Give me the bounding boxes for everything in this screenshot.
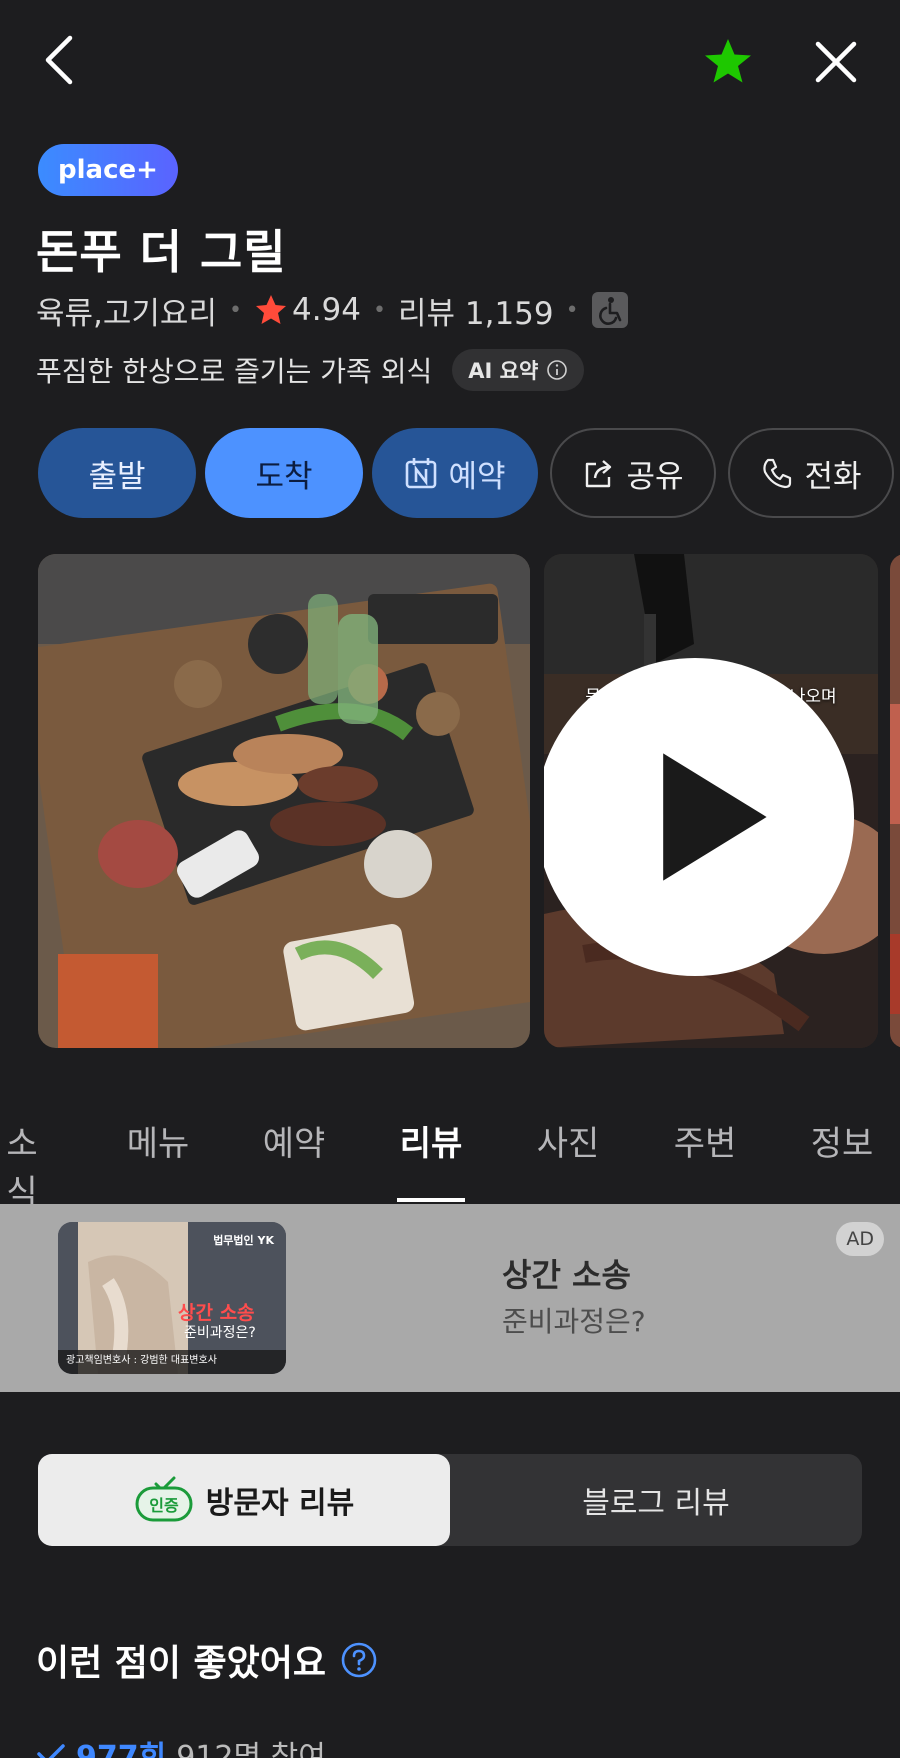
verified-badge-text: 인증 bbox=[149, 1496, 179, 1515]
close-icon bbox=[815, 41, 857, 83]
calendar-n-icon bbox=[406, 458, 437, 489]
liked-title-text: 이런 점이 좋았어요 bbox=[36, 1643, 327, 1684]
tab-photos[interactable]: 사진 bbox=[532, 1116, 604, 1165]
visitor-review-tab[interactable]: 인증 방문자 리뷰 bbox=[38, 1454, 450, 1546]
chevron-left-icon bbox=[45, 35, 73, 85]
wheelchair-icon bbox=[591, 292, 628, 328]
share-label: 공유 bbox=[626, 458, 684, 495]
photo-gallery[interactable]: 문어 반 마리까지 한 판 가득 나오며 bbox=[38, 554, 900, 1048]
arrive-label: 도착 bbox=[255, 458, 313, 495]
rating-star-icon bbox=[255, 295, 286, 324]
phone-icon bbox=[763, 458, 792, 489]
liked-participation: 977회 912명 참여 bbox=[36, 1732, 326, 1758]
check-icon bbox=[37, 1744, 65, 1758]
share-button[interactable]: 공유 bbox=[550, 428, 716, 518]
info-icon bbox=[547, 360, 568, 380]
share-icon bbox=[586, 460, 612, 488]
close-button[interactable] bbox=[810, 36, 862, 88]
tab-nearby[interactable]: 주변 bbox=[669, 1116, 741, 1165]
food-image bbox=[890, 554, 900, 1048]
category-label: 육류,고기요리 bbox=[36, 295, 217, 332]
reserve-button[interactable]: 예약 bbox=[372, 428, 538, 518]
verified-badge-icon: 인증 bbox=[135, 1476, 193, 1522]
ad-thumb-subline: 준비과정은? bbox=[184, 1325, 256, 1341]
depart-button[interactable]: 출발 bbox=[38, 428, 196, 518]
tab-news[interactable]: 소식 bbox=[0, 1116, 52, 1214]
action-buttons: 출발 도착 예약 공유 전화 bbox=[38, 428, 900, 518]
visitor-review-label: 방문자 리뷰 bbox=[205, 1486, 355, 1521]
ad-thumb-footer: 광고책임변호사 : 강범한 대표변호사 bbox=[66, 1355, 217, 1366]
detail-tabs: 소식 메뉴 예약 리뷰 사진 주변 정보 bbox=[0, 1098, 900, 1213]
participant-count: 912명 참여 bbox=[176, 1740, 326, 1758]
rating-value: 4.94 bbox=[291, 292, 361, 328]
active-tab-indicator bbox=[397, 1198, 465, 1202]
ad-thumb-headline: 상간 소송 bbox=[178, 1302, 255, 1324]
separator-dot: • bbox=[373, 297, 386, 323]
gallery-photo[interactable] bbox=[890, 554, 900, 1048]
back-button[interactable] bbox=[36, 30, 84, 90]
place-name: 돈푸 더 그릴 bbox=[36, 225, 287, 279]
reserve-label: 예약 bbox=[448, 458, 506, 495]
arrive-button[interactable]: 도착 bbox=[205, 428, 363, 518]
depart-label: 출발 bbox=[88, 458, 146, 495]
blog-review-tab[interactable]: 블로그 리뷰 bbox=[450, 1454, 862, 1546]
liked-section-title: 이런 점이 좋았어요 bbox=[36, 1634, 378, 1686]
gallery-photo[interactable] bbox=[38, 554, 530, 1048]
review-type-toggle: 인증 방문자 리뷰 블로그 리뷰 bbox=[38, 1454, 862, 1546]
review-count-link[interactable]: 리뷰 1,159 bbox=[398, 288, 554, 333]
tab-reservation[interactable]: 예약 bbox=[258, 1116, 330, 1165]
call-label: 전화 bbox=[804, 458, 862, 495]
ad-thumbnail: 법무법인 YK 상간 소송 준비과정은? 광고책임변호사 : 강범한 대표변호사 bbox=[58, 1222, 286, 1374]
play-icon[interactable] bbox=[544, 570, 862, 1048]
separator-dot: • bbox=[228, 297, 242, 323]
top-bar bbox=[0, 0, 900, 130]
help-icon[interactable] bbox=[340, 1641, 378, 1679]
ad-thumb-brand: 법무법인 YK bbox=[213, 1234, 274, 1247]
ad-subtitle: 준비과정은? bbox=[502, 1305, 646, 1338]
star-icon bbox=[705, 39, 751, 83]
tab-reviews[interactable]: 리뷰 bbox=[395, 1116, 467, 1165]
gallery-video[interactable]: 문어 반 마리까지 한 판 가득 나오며 bbox=[544, 554, 878, 1048]
place-plus-badge: place+ bbox=[38, 144, 178, 196]
call-button[interactable]: 전화 bbox=[728, 428, 894, 518]
ai-chip-label: AI 요약 bbox=[468, 359, 539, 383]
ad-title: 상간 소송 bbox=[502, 1256, 631, 1294]
ad-banner[interactable]: 법무법인 YK 상간 소송 준비과정은? 광고책임변호사 : 강범한 대표변호사… bbox=[0, 1204, 900, 1392]
favorite-button[interactable] bbox=[702, 36, 754, 88]
ad-tag: AD bbox=[836, 1222, 884, 1256]
ai-summary: 푸짐한 한상으로 즐기는 가족 외식 AI 요약 bbox=[36, 348, 585, 392]
tab-info[interactable]: 정보 bbox=[806, 1116, 878, 1165]
tab-menu[interactable]: 메뉴 bbox=[122, 1116, 194, 1165]
separator-dot: • bbox=[565, 297, 579, 323]
summary-text: 푸짐한 한상으로 즐기는 가족 외식 bbox=[36, 355, 433, 388]
place-meta: 육류,고기요리 • 4.94 • 리뷰 1,159 • bbox=[36, 288, 629, 332]
liked-count: 977회 bbox=[76, 1740, 167, 1758]
ai-summary-chip[interactable]: AI 요약 bbox=[452, 349, 585, 391]
blog-review-label: 블로그 리뷰 bbox=[582, 1486, 730, 1521]
food-table-image bbox=[38, 554, 530, 1048]
